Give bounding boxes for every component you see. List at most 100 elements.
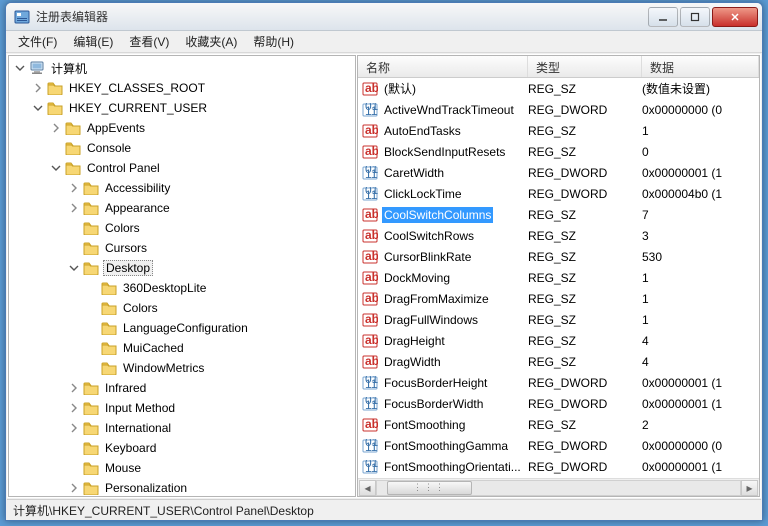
- list-row[interactable]: 011110ClickLockTimeREG_DWORD0x000004b0 (…: [358, 183, 759, 204]
- tree-row[interactable]: Desktop: [9, 258, 355, 278]
- list-row[interactable]: 011110FocusBorderWidthREG_DWORD0x0000000…: [358, 393, 759, 414]
- tree-row[interactable]: HKEY_CURRENT_USER: [9, 98, 355, 118]
- menu-file[interactable]: 文件(F): [10, 31, 65, 52]
- menu-edit[interactable]: 编辑(E): [65, 31, 121, 52]
- folder-icon: [47, 101, 63, 115]
- list-row[interactable]: 011110ActiveWndTrackTimeoutREG_DWORD0x00…: [358, 99, 759, 120]
- close-button[interactable]: [712, 7, 758, 27]
- minimize-button[interactable]: [648, 7, 678, 27]
- folder-icon: [101, 281, 117, 295]
- expander-expand-icon[interactable]: [67, 201, 81, 215]
- expander-expand-icon[interactable]: [67, 481, 81, 495]
- svg-text:110: 110: [365, 167, 378, 180]
- tree-row[interactable]: HKEY_CLASSES_ROOT: [9, 78, 355, 98]
- svg-text:110: 110: [365, 398, 378, 411]
- menu-favorites[interactable]: 收藏夹(A): [177, 31, 245, 52]
- tree-row[interactable]: International: [9, 418, 355, 438]
- scroll-track[interactable]: ⋮⋮⋮: [376, 480, 741, 496]
- reg-sz-icon: ab: [362, 313, 378, 327]
- tree-label: 360DesktopLite: [121, 281, 208, 295]
- tree-row[interactable]: Appearance: [9, 198, 355, 218]
- tree-row[interactable]: Control Panel: [9, 158, 355, 178]
- reg-dword-icon: 011110: [362, 103, 378, 117]
- reg-sz-icon: ab: [362, 418, 378, 432]
- maximize-button[interactable]: [680, 7, 710, 27]
- folder-icon: [83, 221, 99, 235]
- list-row[interactable]: 011110FocusBorderHeightREG_DWORD0x000000…: [358, 372, 759, 393]
- menu-view[interactable]: 查看(V): [121, 31, 177, 52]
- expander-expand-icon[interactable]: [67, 401, 81, 415]
- list-row[interactable]: abDragHeightREG_SZ4: [358, 330, 759, 351]
- svg-text:ab: ab: [365, 418, 378, 431]
- tree-row[interactable]: MuiCached: [9, 338, 355, 358]
- value-name: ActiveWndTrackTimeout: [382, 102, 516, 118]
- list-row[interactable]: abDragWidthREG_SZ4: [358, 351, 759, 372]
- list-row[interactable]: 011110CaretWidthREG_DWORD0x00000001 (1: [358, 162, 759, 183]
- folder-icon: [65, 121, 81, 135]
- folder-icon: [83, 181, 99, 195]
- tree-row[interactable]: Mouse: [9, 458, 355, 478]
- list-row[interactable]: 011110FontSmoothingGammaREG_DWORD0x00000…: [358, 435, 759, 456]
- expander-collapse-icon[interactable]: [67, 261, 81, 275]
- list-row[interactable]: abDragFromMaximizeREG_SZ1: [358, 288, 759, 309]
- expander-expand-icon[interactable]: [67, 181, 81, 195]
- scroll-left-arrow[interactable]: ◂: [359, 480, 376, 496]
- tree-row[interactable]: LanguageConfiguration: [9, 318, 355, 338]
- tree-row[interactable]: Infrared: [9, 378, 355, 398]
- scroll-thumb[interactable]: ⋮⋮⋮: [387, 481, 472, 495]
- list-row[interactable]: 011110FontSmoothingOrientati...REG_DWORD…: [358, 456, 759, 477]
- tree-label: Colors: [121, 301, 160, 315]
- horizontal-scrollbar[interactable]: ◂ ⋮⋮⋮ ▸: [358, 478, 759, 496]
- list-row[interactable]: abFontSmoothingREG_SZ2: [358, 414, 759, 435]
- col-data[interactable]: 数据: [642, 56, 759, 77]
- tree-row[interactable]: AppEvents: [9, 118, 355, 138]
- list-row[interactable]: abCoolSwitchColumnsREG_SZ7: [358, 204, 759, 225]
- scroll-right-arrow[interactable]: ▸: [741, 480, 758, 496]
- tree-row[interactable]: Personalization: [9, 478, 355, 497]
- list-row[interactable]: ab(默认)REG_SZ(数值未设置): [358, 78, 759, 99]
- folder-icon: [83, 261, 99, 275]
- value-data: 0x00000001 (1: [642, 460, 759, 474]
- reg-sz-icon: ab: [362, 355, 378, 369]
- expander-expand-icon[interactable]: [49, 121, 63, 135]
- value-name: DragHeight: [382, 333, 447, 349]
- svg-text:ab: ab: [365, 313, 378, 326]
- expander-expand-icon[interactable]: [67, 421, 81, 435]
- col-type[interactable]: 类型: [528, 56, 642, 77]
- tree-row[interactable]: 计算机: [9, 58, 355, 78]
- folder-icon: [83, 441, 99, 455]
- menubar: 文件(F) 编辑(E) 查看(V) 收藏夹(A) 帮助(H): [6, 31, 762, 53]
- menu-help[interactable]: 帮助(H): [245, 31, 302, 52]
- titlebar[interactable]: 注册表编辑器: [6, 3, 762, 31]
- expander-collapse-icon[interactable]: [49, 161, 63, 175]
- list-row[interactable]: abAutoEndTasksREG_SZ1: [358, 120, 759, 141]
- list-row[interactable]: abCursorBlinkRateREG_SZ530: [358, 246, 759, 267]
- list-row[interactable]: abCoolSwitchRowsREG_SZ3: [358, 225, 759, 246]
- list-row[interactable]: abDockMovingREG_SZ1: [358, 267, 759, 288]
- expander-expand-icon[interactable]: [67, 381, 81, 395]
- expander-collapse-icon[interactable]: [31, 101, 45, 115]
- list-row[interactable]: abDragFullWindowsREG_SZ1: [358, 309, 759, 330]
- statusbar: 计算机\HKEY_CURRENT_USER\Control Panel\Desk…: [7, 499, 761, 519]
- tree-row[interactable]: Keyboard: [9, 438, 355, 458]
- tree-row[interactable]: 360DesktopLite: [9, 278, 355, 298]
- tree-row[interactable]: Colors: [9, 218, 355, 238]
- reg-sz-icon: ab: [362, 229, 378, 243]
- tree-row[interactable]: Cursors: [9, 238, 355, 258]
- list-row[interactable]: abBlockSendInputResetsREG_SZ0: [358, 141, 759, 162]
- reg-dword-icon: 011110: [362, 187, 378, 201]
- value-name: DockMoving: [382, 270, 452, 286]
- tree-row[interactable]: Input Method: [9, 398, 355, 418]
- registry-tree[interactable]: 计算机HKEY_CLASSES_ROOTHKEY_CURRENT_USERApp…: [8, 55, 356, 497]
- list-header[interactable]: 名称 类型 数据: [358, 56, 759, 78]
- expander-expand-icon[interactable]: [31, 81, 45, 95]
- col-name[interactable]: 名称: [358, 56, 528, 77]
- tree-row[interactable]: Accessibility: [9, 178, 355, 198]
- reg-sz-icon: ab: [362, 145, 378, 159]
- value-name: CaretWidth: [382, 165, 446, 181]
- tree-row[interactable]: Colors: [9, 298, 355, 318]
- list-body[interactable]: ab(默认)REG_SZ(数值未设置) 011110 ActiveWndTrackT…: [358, 78, 759, 478]
- tree-row[interactable]: WindowMetrics: [9, 358, 355, 378]
- tree-row[interactable]: Console: [9, 138, 355, 158]
- expander-collapse-icon[interactable]: [13, 61, 27, 75]
